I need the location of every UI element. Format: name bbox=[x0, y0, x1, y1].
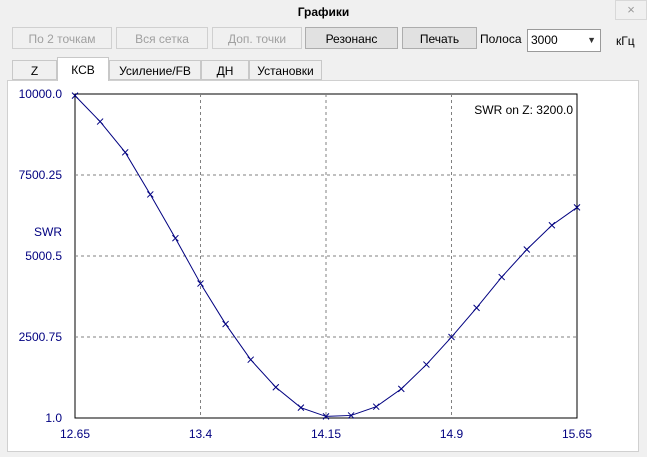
tab-swr[interactable]: КСВ bbox=[57, 57, 109, 81]
x-tick-label: 14.9 bbox=[440, 427, 464, 441]
y-axis-label: SWR bbox=[34, 225, 62, 239]
swr-annotation: SWR on Z: 3200.0 bbox=[474, 103, 573, 117]
x-tick-label: 15.65 bbox=[562, 427, 592, 441]
y-tick-label: 1.0 bbox=[45, 411, 62, 425]
y-tick-label: 10000.0 bbox=[19, 87, 63, 101]
graphs-window: Графики × По 2 точкам Вся сетка Доп. точ… bbox=[0, 0, 647, 457]
y-tick-label: 2500.75 bbox=[19, 330, 63, 344]
x-tick-label: 12.65 bbox=[60, 427, 90, 441]
y-tick-label: 5000.5 bbox=[25, 249, 62, 263]
x-tick-label: 13.4 bbox=[189, 427, 213, 441]
y-tick-label: 7500.25 bbox=[19, 168, 63, 182]
x-tick-labels: 12.65 13.4 14.15 14.9 15.65 bbox=[60, 427, 592, 441]
x-tick-label: 14.15 bbox=[311, 427, 341, 441]
y-tick-labels: 10000.0 7500.25 5000.5 2500.75 1.0 bbox=[19, 87, 63, 425]
